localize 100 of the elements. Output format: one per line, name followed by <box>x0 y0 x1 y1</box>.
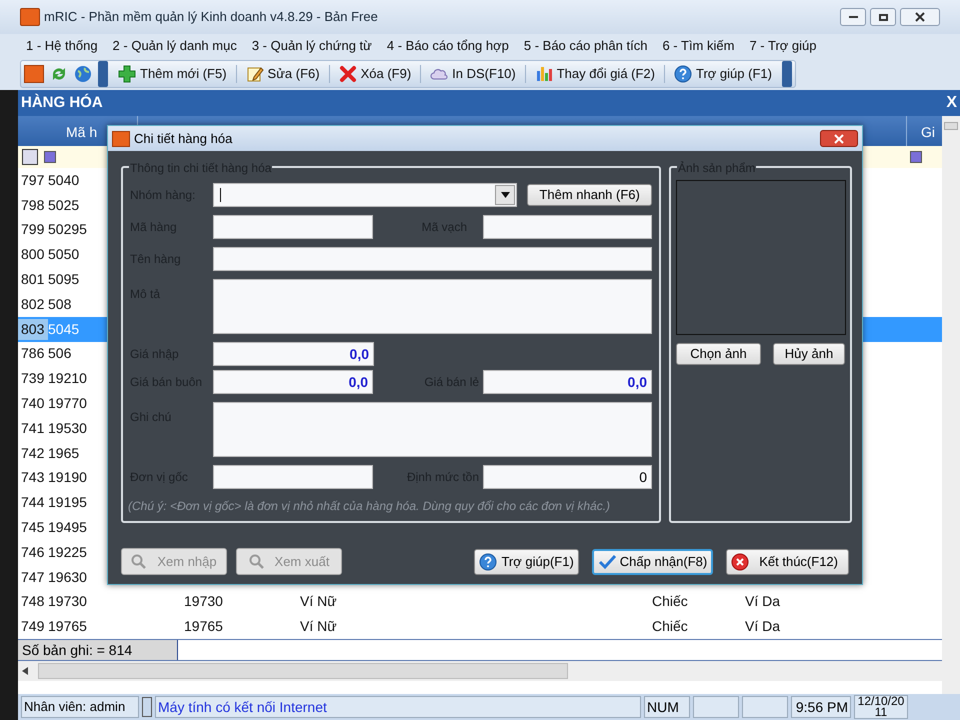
row-number: 799 <box>20 220 46 240</box>
table-cell-text: 5095 <box>48 270 80 290</box>
table-cell-text: 5045 <box>48 320 80 339</box>
table-cell-text: 19495 <box>48 518 87 538</box>
status-date: 12/10/2011 <box>854 695 908 719</box>
photo-button[interactable]: Chọn ảnh <box>676 343 761 365</box>
row-number: 744 <box>20 493 46 512</box>
overflow-icon[interactable] <box>782 61 792 87</box>
toolbar-button[interactable]: Trợ giúp (F1) <box>670 62 776 86</box>
dropdown-arrow-icon <box>500 192 510 198</box>
table-cell-text: 19210 <box>48 369 87 388</box>
table-cell-text: Ví Nữ <box>300 592 338 612</box>
input-field[interactable] <box>213 465 374 489</box>
plus-icon <box>118 65 136 83</box>
globe-icon[interactable] <box>74 65 92 83</box>
table-cell-text: 19630 <box>48 568 87 587</box>
close-icon <box>915 12 925 22</box>
table-row[interactable]: 749 19765 19765 Ví Nữ Chiếc Ví Da <box>18 614 942 640</box>
photo-button[interactable]: Hủy ảnh <box>773 343 845 365</box>
row-number: 748 <box>20 592 46 612</box>
menu-item[interactable]: 1 - Hệ thống <box>26 36 98 56</box>
close-button[interactable] <box>820 130 858 147</box>
horizontal-scrollbar[interactable] <box>18 661 942 682</box>
filter-icon[interactable] <box>22 149 38 165</box>
menu-item[interactable]: 2 - Quản lý danh mục <box>112 36 237 56</box>
table-cell-text: Ví Nữ <box>300 617 338 636</box>
hint-text: (Chú ý: <Đơn vị gốc> là đơn vị nhỏ nhất của hàng hóa. Dùng quy đổi cho các đơn vị khác.) <box>128 498 612 515</box>
table-cell-text: 1965 <box>48 444 80 463</box>
row-number: 745 <box>20 518 46 538</box>
row-number: 743 <box>20 468 46 488</box>
table-cell-text: Chiếc <box>652 617 689 636</box>
status-panel <box>693 696 739 718</box>
table-cell-text: 19730 <box>184 592 224 612</box>
checkmark-icon <box>598 552 616 570</box>
toolbar-button[interactable]: Sửa (F6) <box>242 62 324 86</box>
input-field[interactable]: 0 <box>483 465 652 489</box>
panel-title: HÀNG HÓA <box>21 92 103 113</box>
table-row[interactable]: 748 19730 19730 Ví Nữ Chiếc Ví Da <box>18 590 942 614</box>
network-icon <box>142 697 152 717</box>
toolbar-button[interactable]: Thay đổi giá (F2) <box>530 62 659 86</box>
row-number: 742 <box>20 444 46 463</box>
table-cell-text: 506 <box>48 344 72 364</box>
table-cell-text: 5025 <box>48 196 80 215</box>
table-cell-text: 508 <box>48 294 72 314</box>
input-field[interactable]: 0,0 <box>483 370 652 394</box>
help-icon <box>479 552 498 570</box>
table-cell-text: 5050 <box>48 245 80 264</box>
bar-chart-icon <box>534 65 553 83</box>
filter-toggle-icon[interactable] <box>910 151 922 163</box>
close-button[interactable] <box>900 8 940 26</box>
input-field[interactable] <box>483 215 652 239</box>
status-network: Máy tính có kết nối Internet <box>155 696 641 718</box>
record-count: Số bản ghi: = 814 <box>18 640 178 660</box>
toolbar-button[interactable]: Thêm mới (F5) <box>114 62 231 86</box>
row-number: 749 <box>20 617 46 636</box>
status-panel <box>742 696 788 718</box>
row-number: 803 <box>18 318 48 340</box>
vertical-scrollbar[interactable] <box>942 116 960 694</box>
panel-close-button[interactable]: X <box>946 91 957 115</box>
table-cell-text: 5040 <box>48 170 80 190</box>
row-number: 786 <box>20 344 46 364</box>
table-cell-text: 19730 <box>48 592 88 612</box>
table-cell-text: 19530 <box>48 418 87 438</box>
status-time: 9:56 PM <box>791 696 851 718</box>
input-field[interactable] <box>213 402 652 457</box>
menu-item[interactable]: 7 - Trợ giúp <box>749 36 817 56</box>
status-num: NUM <box>644 696 690 718</box>
table-cell-text: 19765 <box>48 617 88 636</box>
dialog-button[interactable]: Trợ giúp(F1) <box>474 548 579 574</box>
menu-item[interactable]: 4 - Báo cáo tổng hợp <box>386 36 509 56</box>
scroll-left-icon[interactable] <box>22 667 28 676</box>
input-field[interactable] <box>213 279 652 334</box>
app-logo-icon[interactable] <box>24 65 44 83</box>
filter-toggle-icon[interactable] <box>44 151 56 163</box>
toolbar-button[interactable]: Xóa (F9) <box>334 62 416 86</box>
row-number: 798 <box>20 196 46 215</box>
input-field[interactable] <box>213 215 374 239</box>
dropdown-button[interactable] <box>495 185 516 205</box>
dropdown-field[interactable] <box>213 183 518 207</box>
restore-button[interactable] <box>870 8 896 26</box>
table-cell-text: 19765 <box>184 617 224 636</box>
menu-item[interactable]: 5 - Báo cáo phân tích <box>524 36 648 56</box>
menu-item[interactable]: 3 - Quản lý chứng từ <box>252 36 372 56</box>
row-number: 746 <box>20 542 46 562</box>
dialog-button[interactable]: Kết thúc(F12) <box>726 548 849 574</box>
table-cell-text: 50295 <box>48 220 87 240</box>
table-cell-text: Chiếc <box>652 592 689 612</box>
quick-add-button[interactable]: Thêm nhanh (F6) <box>527 184 652 206</box>
toolbar-button[interactable]: In DS(F10) <box>426 62 520 86</box>
input-field[interactable] <box>213 247 652 271</box>
dialog-button[interactable]: Chấp nhận(F8) <box>592 548 714 574</box>
menu-item[interactable]: 6 - Tìm kiếm <box>662 36 734 56</box>
status-user: Nhân viên: admin <box>21 696 139 718</box>
minimize-button[interactable] <box>840 8 866 26</box>
input-field[interactable]: 0,0 <box>213 342 374 366</box>
row-number: 800 <box>20 245 46 264</box>
input-field[interactable]: 0,0 <box>213 370 374 394</box>
table-cell-text: 19190 <box>48 468 87 488</box>
magnifier-icon <box>248 554 265 570</box>
row-number: 801 <box>20 270 46 290</box>
